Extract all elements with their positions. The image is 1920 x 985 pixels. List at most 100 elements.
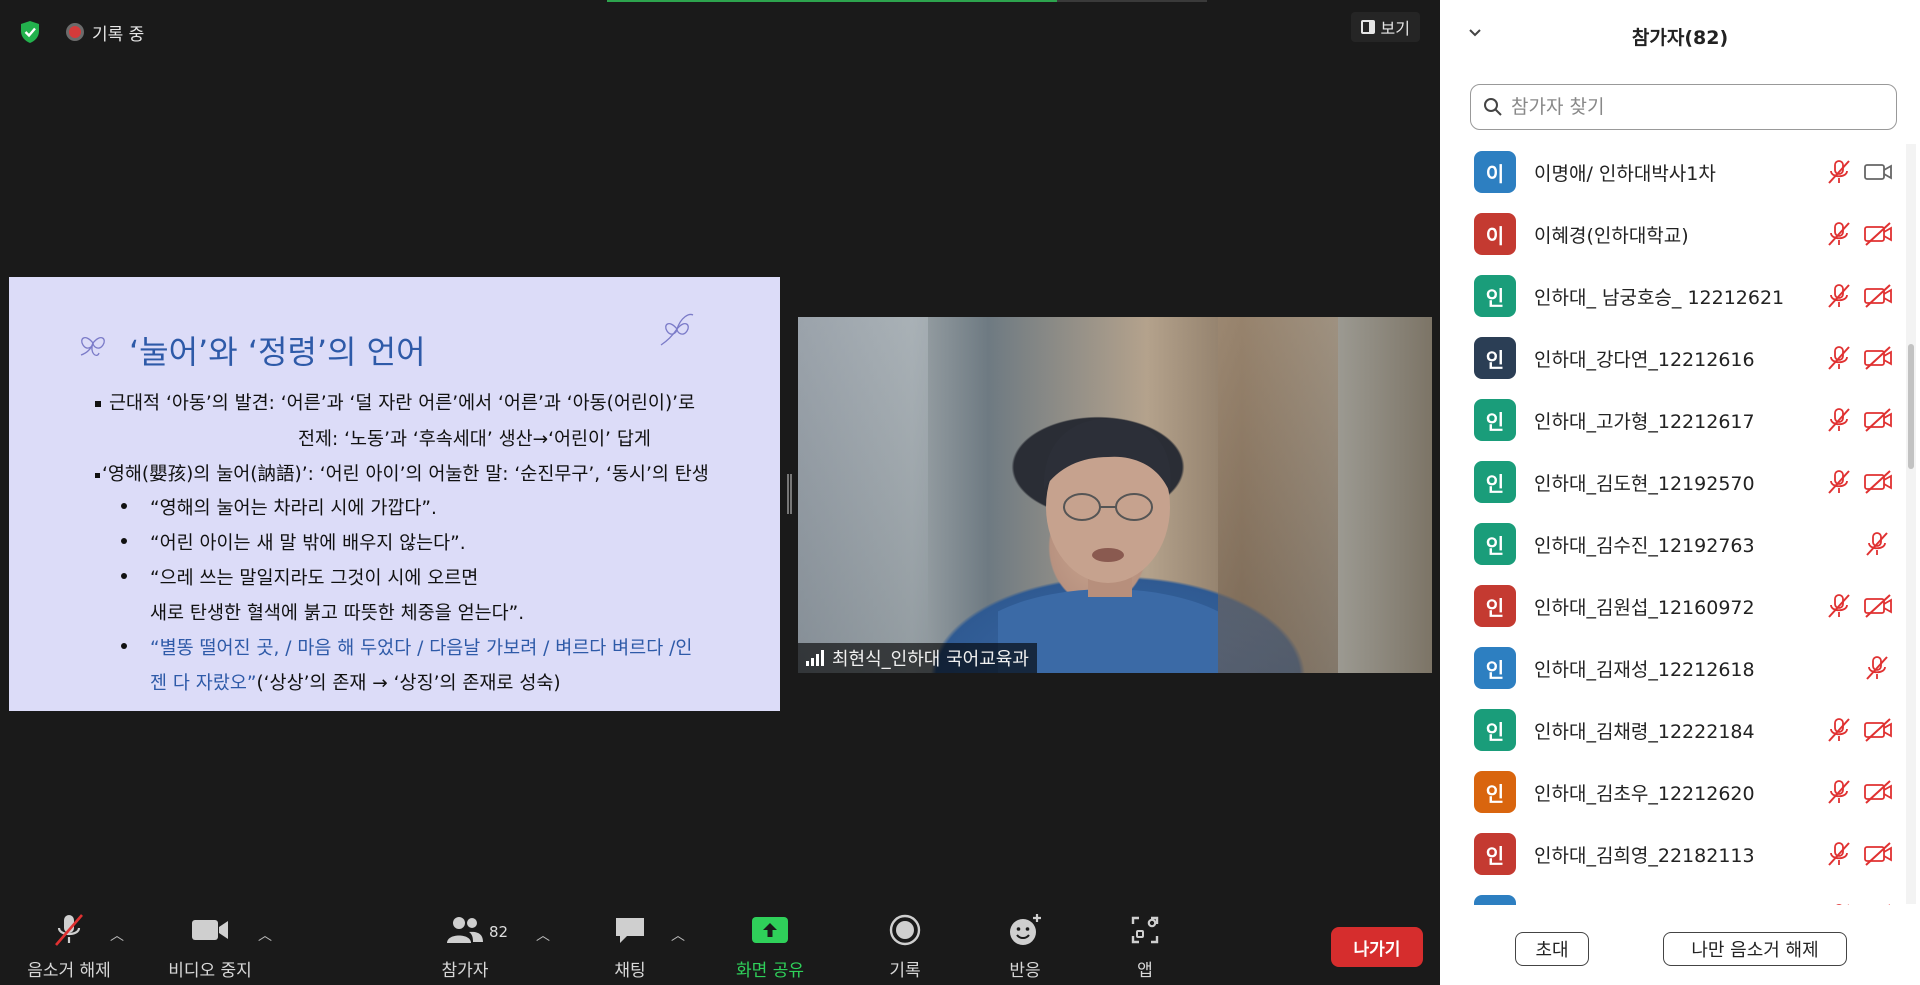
participant-row[interactable]: 인 인하대_김도현_12192570	[1440, 451, 1910, 513]
participant-search-input[interactable]	[1511, 96, 1871, 118]
participant-row-name: 인하대_김수진_12192763	[1534, 534, 1755, 557]
microphone-muted-icon	[1826, 841, 1852, 867]
apps-button[interactable]: 앱	[1120, 905, 1170, 985]
participant-name: 최현식_인하대 국어교육과	[832, 649, 1029, 670]
participant-row[interactable]: 인 인하대_고가형_12212617	[1440, 389, 1910, 451]
participant-video[interactable]: 최현식_인하대 국어교육과	[798, 317, 1432, 673]
participant-row-name: 인하대_김원섭_12160972	[1534, 596, 1755, 619]
unmute-me-button[interactable]: 나만 음소거 해제	[1663, 932, 1847, 966]
participant-row-name: 인하대_ 남궁호승_ 12212621	[1534, 286, 1785, 309]
reactions-button[interactable]: 반응	[1000, 905, 1050, 985]
participant-avatar: 인	[1474, 461, 1516, 503]
split-view-handle[interactable]	[787, 474, 792, 514]
stop-video-button[interactable]: 비디오 중지	[160, 905, 260, 985]
shared-slide: ‘눌어’와 ‘정령’의 언어 근대적 ‘아동’의 발견: ‘어른’과 ‘덜 자란…	[9, 277, 780, 711]
participant-avatar: 인	[1474, 399, 1516, 441]
top-progress-fill	[607, 0, 1057, 2]
participant-row-name: 이명애/ 인하대박사1차	[1534, 162, 1716, 185]
participant-row[interactable]: 인 인하대_김초우_12212620	[1440, 761, 1910, 823]
security-shield-icon[interactable]	[14, 18, 46, 46]
participant-row-name: 인하대_김초우_12212620	[1534, 782, 1755, 805]
recording-label: 기록 중	[92, 24, 145, 45]
microphone-muted-icon	[49, 910, 89, 950]
view-layout-icon	[1360, 20, 1375, 34]
search-icon	[1484, 98, 1502, 116]
participant-avatar: 인	[1474, 275, 1516, 317]
audio-options-caret-icon[interactable]: ︿	[110, 925, 124, 945]
flower-decoration-icon	[660, 313, 694, 346]
flower-decoration-icon	[80, 337, 105, 357]
chat-bubble-icon	[610, 910, 650, 950]
participant-row[interactable]: 인 인하대_ 남궁호승_ 12212621	[1440, 265, 1910, 327]
view-label: 보기	[1380, 19, 1410, 38]
microphone-muted-icon	[1826, 469, 1852, 495]
slide-bullet-2: ‘영해(嬰孩)의 눌어(訥語)’: ‘어린 아이’의 어눌한 말: ‘순진무구’…	[95, 460, 709, 486]
participants-icon	[445, 910, 485, 950]
record-label: 기록	[889, 961, 921, 981]
video-off-icon	[1864, 407, 1892, 433]
video-options-caret-icon[interactable]: ︿	[258, 925, 272, 945]
recording-dot-icon	[66, 23, 84, 41]
participant-avatar: 인	[1474, 833, 1516, 875]
square-bullet-icon	[95, 472, 100, 478]
video-off-icon	[1864, 779, 1892, 805]
participant-avatar: 인	[1474, 709, 1516, 751]
smiley-plus-icon	[1005, 910, 1045, 950]
participant-search-box[interactable]	[1470, 84, 1897, 130]
participant-row[interactable]: 인 인하대_김수진_12192763	[1440, 513, 1910, 575]
meeting-area: 기록 중 보기 ‘눌어’와 ‘정령’의 언어 근대적 ‘아동’의 발견: ‘어른…	[0, 0, 1440, 985]
participant-row[interactable]: 인 인하대_강다연_12212616	[1440, 327, 1910, 389]
participant-avatar: 이	[1474, 151, 1516, 193]
participant-row[interactable]: 이 이명애/ 인하대박사1차	[1440, 141, 1910, 203]
slide-line-7: 새로 탄생한 혈색에 붉고 따뜻한 체중을 얻는다”.	[150, 603, 525, 624]
invite-button[interactable]: 초대	[1515, 932, 1589, 966]
slide-bullet-1: 근대적 ‘아동’의 발견: ‘어른’과 ‘덜 자란 어른’에서 ‘어른’과 ‘아…	[95, 389, 695, 415]
chat-button[interactable]: 채팅	[600, 905, 660, 985]
participants-options-caret-icon[interactable]: ︿	[536, 925, 550, 945]
video-off-icon	[1864, 469, 1892, 495]
participant-row[interactable]: 인 인하대_김재성_12212618	[1440, 637, 1910, 699]
microphone-muted-icon	[1826, 159, 1852, 185]
participant-row-name: 인하대_강다연_12212616	[1534, 348, 1755, 371]
slide-line-6: “으레 쓰는 말일지라도 그것이 시에 오르면	[150, 568, 479, 589]
slide-line-10: (‘상상’의 존재 → ‘상징’의 존재로 성숙)	[256, 673, 561, 694]
participant-row[interactable]: 인 인하대_박소영	[1440, 885, 1910, 905]
chat-options-caret-icon[interactable]: ︿	[671, 925, 685, 945]
square-bullet-icon	[95, 401, 101, 407]
share-screen-button[interactable]: 화면 공유	[720, 905, 820, 985]
participant-row[interactable]: 이 이혜경(인하대학교)	[1440, 203, 1910, 265]
scrollbar-thumb[interactable]	[1908, 344, 1914, 469]
unmute-label: 음소거 해제	[27, 961, 111, 981]
view-button[interactable]: 보기	[1350, 12, 1420, 42]
video-camera-icon	[1864, 159, 1892, 185]
video-off-icon	[1864, 283, 1892, 309]
record-button[interactable]: 기록	[880, 905, 930, 985]
participant-avatar: 이	[1474, 213, 1516, 255]
participant-row[interactable]: 인 인하대_김채령_12222184	[1440, 699, 1910, 761]
participant-row-name: 인하대_김희영_22182113	[1534, 844, 1755, 867]
participants-label: 참가자	[441, 961, 489, 981]
participant-list: 이 이명애/ 인하대박사1차이 이혜경(인하대학교) 인 인하대_ 남궁호승_ 1221…	[1440, 141, 1910, 905]
microphone-muted-icon	[1826, 903, 1852, 905]
participants-button[interactable]: 참가자	[425, 905, 505, 985]
participant-row-name: 인하대_김채령_12222184	[1534, 720, 1755, 743]
leave-button[interactable]: 나가기	[1331, 927, 1423, 967]
unmute-button[interactable]: 음소거 해제	[18, 905, 120, 985]
dot-bullet-icon	[121, 573, 127, 579]
participant-row[interactable]: 인 인하대_김희영_22182113	[1440, 823, 1910, 885]
participant-row[interactable]: 인 인하대_김원섭_12160972	[1440, 575, 1910, 637]
participant-nameplate: 최현식_인하대 국어교육과	[798, 643, 1037, 673]
recording-indicator[interactable]: 기록 중	[66, 18, 144, 46]
slide-title: ‘눌어’와 ‘정령’의 언어	[129, 333, 426, 371]
dot-bullet-icon	[121, 643, 127, 649]
participant-avatar: 인	[1474, 337, 1516, 379]
apps-label: 앱	[1137, 961, 1153, 981]
slide-line-2: 전제: ‘노동’과 ‘후속세대’ 생산→‘어린이’ 답게	[298, 429, 651, 450]
participant-row-name: 인하대_김도현_12192570	[1534, 472, 1755, 495]
dot-bullet-icon	[121, 503, 127, 509]
speaker-silhouette	[998, 418, 1218, 673]
participant-list-scrollbar[interactable]	[1906, 144, 1916, 904]
video-background	[1218, 317, 1338, 673]
microphone-muted-icon	[1826, 407, 1852, 433]
slide-line-1: 근대적 ‘아동’의 발견: ‘어른’과 ‘덜 자란 어른’에서 ‘어른’과 ‘아…	[109, 393, 696, 414]
